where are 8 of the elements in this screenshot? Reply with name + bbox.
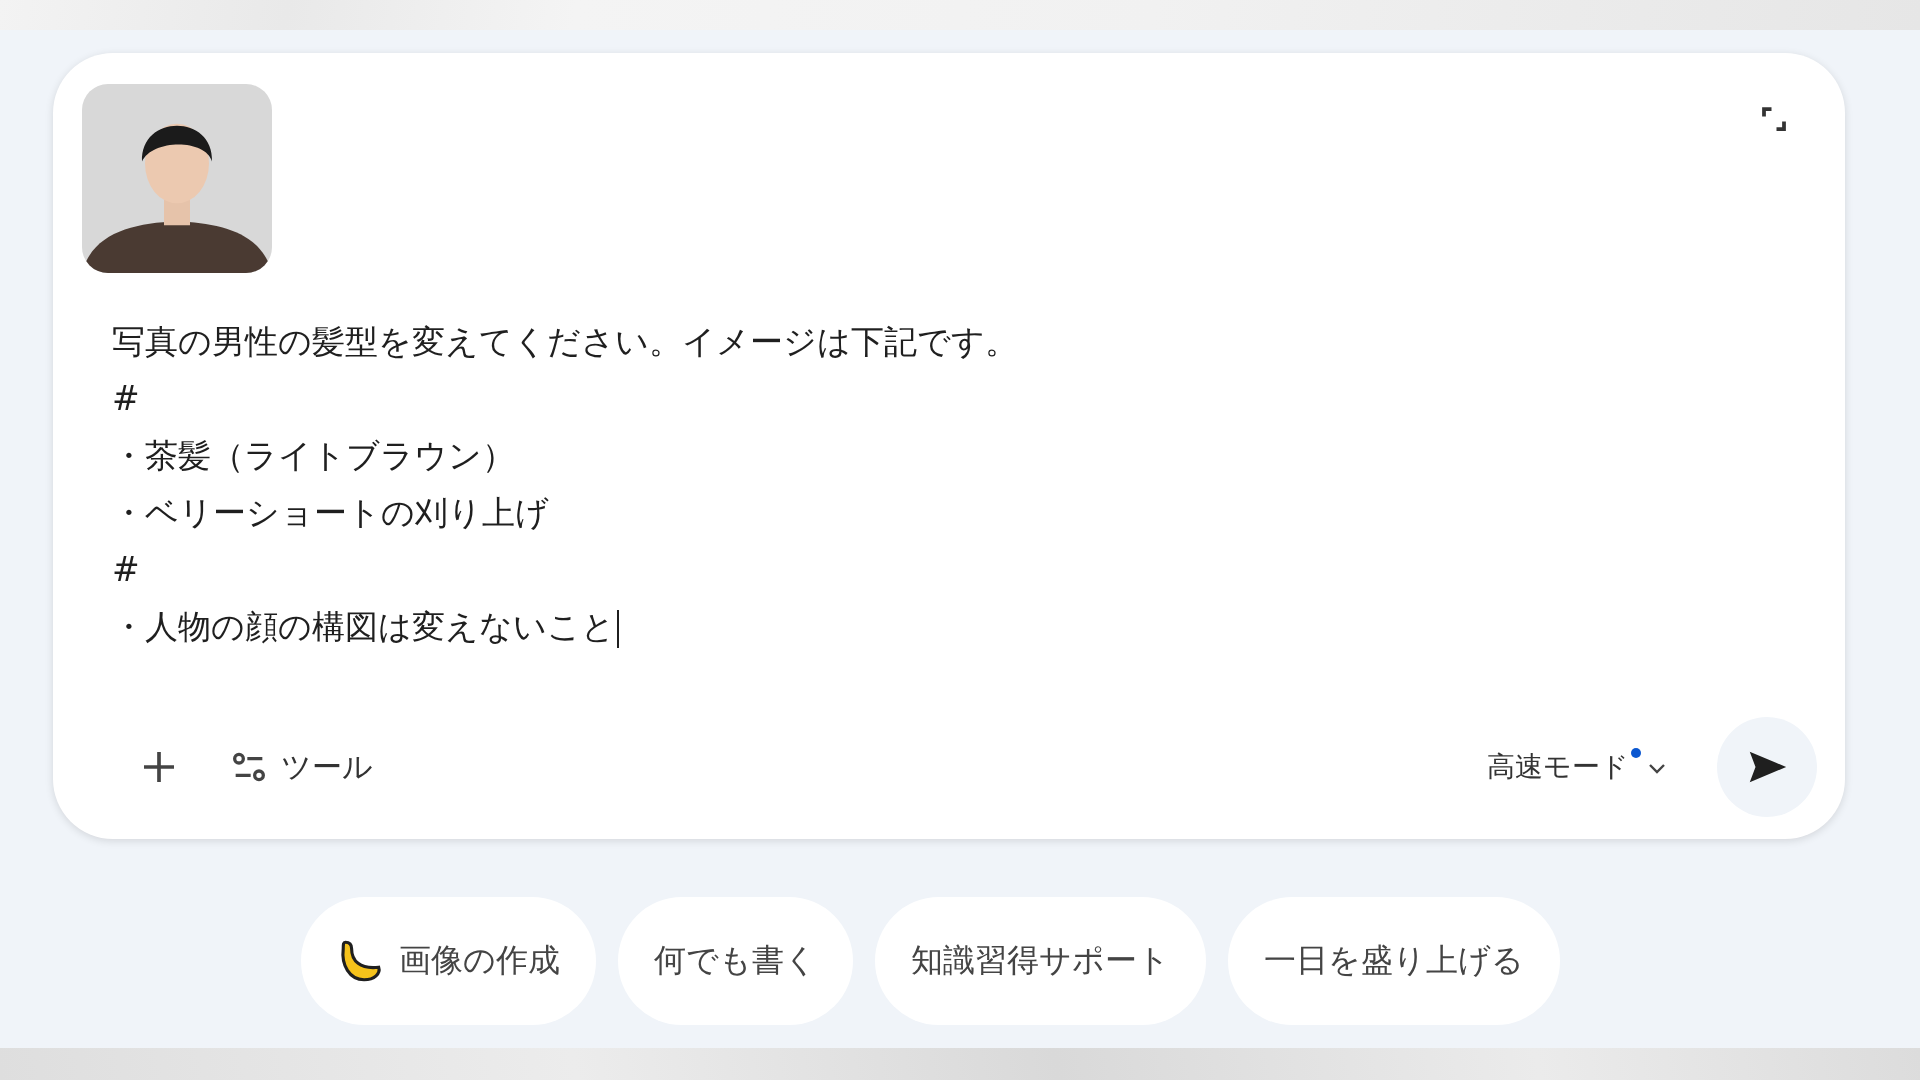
expand-icon[interactable]: [1759, 104, 1789, 134]
prompt-field[interactable]: 写真の男性の髪型を変えてください。イメージは下記です。 # ・茶髪（ライトブラウン） ・ベリーショートの刈り上げ # ・人物の顔の構図は変えないこと: [82, 313, 1018, 655]
suggestion-chip[interactable]: 一日を盛り上げる: [1227, 897, 1560, 1025]
suggestion-chip[interactable]: 知識習得サポート: [874, 897, 1206, 1025]
tools-button[interactable]: ツール: [221, 740, 381, 794]
suggestion-chip[interactable]: 何でも書く: [617, 897, 853, 1025]
mode-dropdown[interactable]: 高速モード: [1479, 742, 1677, 792]
suggestion-chip[interactable]: 画像の作成: [300, 897, 596, 1025]
